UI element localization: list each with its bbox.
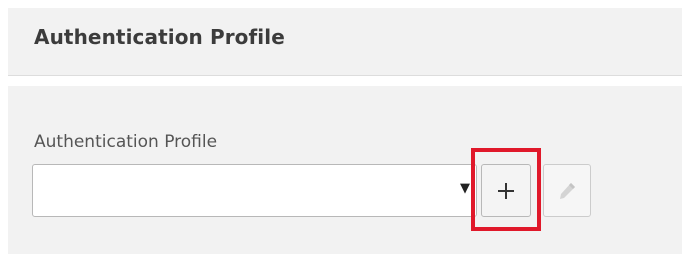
authentication-profile-panel: Authentication Profile ▼	[8, 86, 682, 254]
pencil-icon	[560, 182, 575, 199]
section-header: Authentication Profile	[8, 8, 682, 76]
dropdown-arrow-icon: ▼	[460, 181, 470, 196]
authentication-profile-select[interactable]: ▼	[32, 164, 477, 217]
authentication-profile-label: Authentication Profile	[34, 132, 218, 152]
page: Authentication Profile Authentication Pr…	[0, 0, 682, 257]
section-title: Authentication Profile	[34, 25, 285, 49]
edit-button[interactable]	[543, 164, 591, 217]
plus-icon	[498, 182, 514, 199]
add-button[interactable]	[481, 164, 531, 217]
